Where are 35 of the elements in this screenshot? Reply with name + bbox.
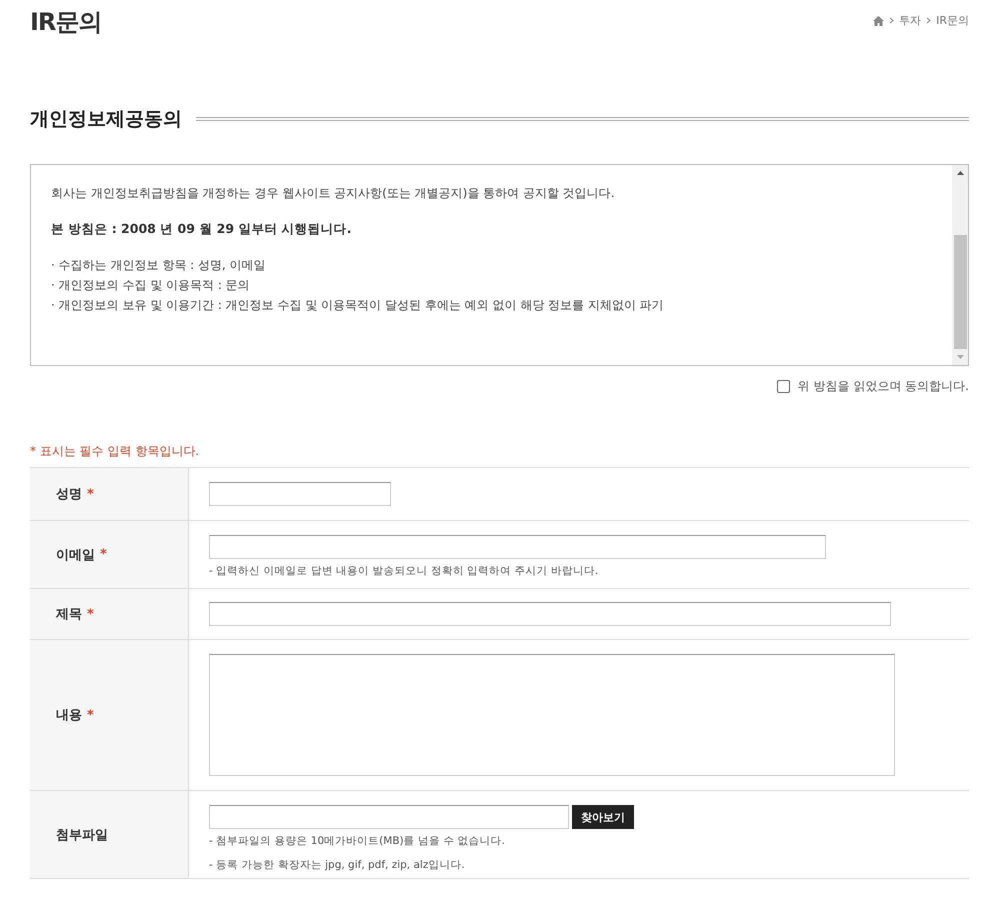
scroll-up-icon[interactable]	[956, 171, 964, 175]
field-hint: - 첨부파일의 용량은 10메가바이트(MB)를 넘을 수 없습니다.	[209, 834, 506, 848]
file-path-field[interactable]	[209, 805, 569, 829]
field-label: 이메일	[56, 546, 95, 564]
input-field[interactable]	[209, 535, 826, 559]
input-field[interactable]	[209, 602, 891, 626]
agree-label[interactable]: 위 방침을 읽었으며 동의합니다.	[798, 378, 969, 395]
home-icon[interactable]	[873, 16, 884, 26]
field-hint: - 입력하신 이메일로 답변 내용이 발송되오니 정확히 입력하여 주시기 바랍니다.	[209, 564, 600, 578]
field-label: 첨부파일	[56, 826, 108, 844]
policy-item: · 개인정보의 보유 및 이용기간 : 개인정보 수집 및 이용목적이 달성된 후에는 예외 없이 해당 정보를 지체없이 파기	[51, 297, 665, 314]
field-label: 성명	[56, 486, 82, 503]
scroll-down-icon[interactable]	[956, 355, 964, 359]
policy-effective-date: 본 방침은 : 2008 년 09 월 29 일부터 시행됩니다.	[51, 220, 352, 238]
policy-item: · 수집하는 개인정보 항목 : 성명, 이메일	[51, 257, 267, 274]
required-mark: *	[87, 708, 94, 722]
browse-button[interactable]: 찾아보기	[572, 805, 634, 829]
required-mark: *	[87, 486, 94, 502]
policy-item: · 개인정보의 수집 및 이용목적 : 문의	[51, 277, 251, 294]
agree-checkbox[interactable]	[776, 380, 790, 393]
chevron-icon	[889, 17, 894, 24]
field-hint: - 등록 가능한 확장자는 jpg, gif, pdf, zip, alz입니다.	[209, 858, 466, 872]
input-field[interactable]	[209, 482, 391, 506]
chevron-icon	[926, 17, 932, 24]
field-label: 내용	[56, 707, 82, 724]
field-label: 제목	[56, 606, 82, 623]
required-mark: *	[87, 606, 94, 622]
section-title: 개인정보제공동의	[30, 107, 182, 132]
page-title: IR문의	[30, 7, 102, 38]
breadcrumb-link[interactable]: IR문의	[936, 13, 969, 28]
required-note: * 표시는 필수 입력 항목입니다.	[30, 443, 200, 460]
scrollbar[interactable]	[952, 165, 968, 365]
policy-text: 회사는 개인정보취급방침을 개정하는 경우 웹사이트 공지사항(또는 개별공지)을 통하여 공지할 것입니다.	[51, 185, 616, 202]
breadcrumb-link[interactable]: 투자	[899, 13, 922, 28]
required-mark: *	[100, 547, 107, 562]
